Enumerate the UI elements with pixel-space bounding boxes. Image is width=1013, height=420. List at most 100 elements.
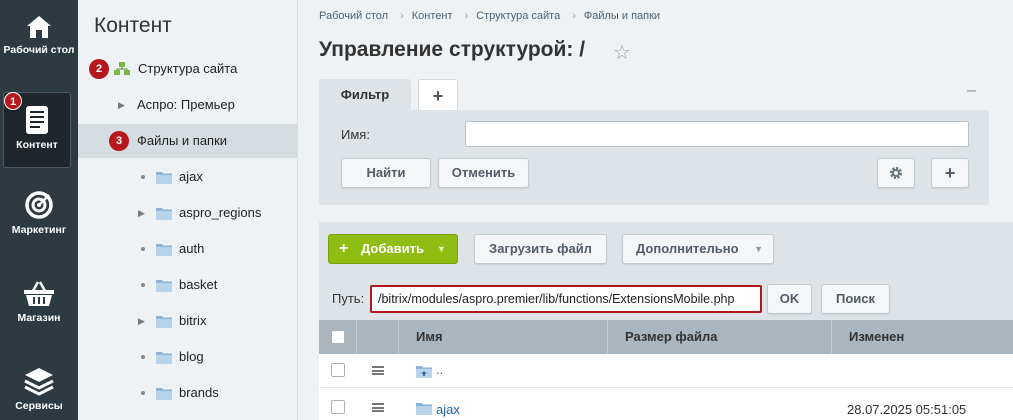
- tree-item-label: auth: [179, 241, 205, 256]
- tree-item-label: Файлы и папки: [137, 133, 228, 148]
- name-column-header[interactable]: Имя: [399, 320, 608, 354]
- main-content: Рабочий стол › Контент › Структура сайта › Фай…: [299, 0, 1013, 420]
- tree-item-label: ajax: [179, 169, 203, 184]
- nav-item-desktop[interactable]: Рабочий стол: [0, 14, 78, 56]
- row-menu-icon[interactable]: [372, 366, 384, 375]
- site-structure-icon: [114, 62, 130, 75]
- path-input[interactable]: /bitrix/modules/aspro.premier/lib/functi…: [370, 285, 762, 313]
- modified-date: 28.07.2025 05:51:05: [847, 402, 967, 417]
- path-label: Путь:: [332, 291, 365, 306]
- breadcrumb-item[interactable]: Рабочий стол: [319, 10, 388, 22]
- find-button[interactable]: Найти: [341, 158, 431, 188]
- tree-item-label: Аспро: Премьер: [137, 97, 235, 112]
- breadcrumb-item[interactable]: Контент: [412, 10, 453, 22]
- step-badge: 1: [4, 92, 22, 110]
- breadcrumb: Рабочий стол › Контент › Структура сайта › Фай…: [319, 10, 661, 22]
- nav-item-shop-label: Магазин: [17, 312, 61, 324]
- main-navigation: Рабочий стол Контент 1 Маркетинг Магазин: [0, 0, 78, 420]
- document-icon: [26, 106, 48, 134]
- filter-panel: Имя: Найти Отменить +: [319, 110, 989, 205]
- page-title: Управление структурой: /: [319, 38, 586, 61]
- nav-item-shop[interactable]: Магазин: [0, 280, 78, 324]
- table-row[interactable]: ajax 28.07.2025 05:51:05: [319, 388, 1013, 420]
- parent-folder-link[interactable]: ..: [436, 362, 443, 377]
- step-badge: 2: [89, 59, 109, 79]
- upload-file-button[interactable]: Загрузить файл: [474, 234, 607, 264]
- folder-icon: [156, 244, 172, 256]
- file-table-header: Имя Размер файла Изменен: [319, 320, 1013, 354]
- add-button[interactable]: + Добавить ▼: [328, 234, 458, 264]
- tree-item-site[interactable]: ▶ Аспро: Премьер: [78, 88, 298, 122]
- select-all-cell: [319, 320, 357, 354]
- actions-column-header: [357, 320, 399, 354]
- star-icon[interactable]: ☆: [613, 40, 631, 65]
- add-button-label: Добавить: [361, 241, 424, 256]
- select-all-checkbox[interactable]: [331, 330, 345, 344]
- nav-item-services-label: Сервисы: [15, 400, 63, 412]
- chevron-down-icon: ▼: [754, 244, 763, 254]
- tree-item-label: Структура сайта: [138, 61, 238, 76]
- name-field-label: Имя:: [341, 127, 370, 142]
- tree-item-label: brands: [179, 385, 219, 400]
- more-button-label: Дополнительно: [636, 241, 739, 256]
- tree-item-label: basket: [179, 277, 218, 292]
- collapse-icon[interactable]: –: [967, 82, 976, 100]
- tree-item-folder[interactable]: basket: [78, 268, 298, 302]
- row-checkbox[interactable]: [331, 400, 345, 414]
- breadcrumb-item[interactable]: Структура сайта: [476, 10, 560, 22]
- layers-icon: [24, 368, 54, 396]
- tree-item-files[interactable]: 3 Файлы и папки: [78, 124, 298, 158]
- tree-item-folder[interactable]: ajax: [78, 160, 298, 194]
- expand-arrow-icon[interactable]: ▶: [138, 196, 145, 230]
- ok-button[interactable]: OK: [767, 284, 812, 314]
- folder-icon: [156, 280, 172, 292]
- add-filter-button[interactable]: +: [931, 158, 969, 188]
- modified-column-header[interactable]: Изменен: [832, 320, 1013, 354]
- filter-settings-button[interactable]: [877, 158, 915, 188]
- tree-item-site-structure[interactable]: 2 Структура сайта: [78, 52, 298, 86]
- size-column-header[interactable]: Размер файла: [608, 320, 832, 354]
- tree-item-label: bitrix: [179, 313, 207, 328]
- folder-link[interactable]: ajax: [436, 402, 460, 417]
- leaf-dot-icon: [141, 175, 145, 179]
- nav-item-marketing-label: Маркетинг: [11, 224, 67, 236]
- basket-icon: [24, 281, 54, 306]
- expand-arrow-icon[interactable]: ▶: [138, 304, 145, 338]
- nav-item-marketing[interactable]: Маркетинг: [0, 190, 78, 236]
- plus-icon: +: [339, 240, 349, 257]
- search-button[interactable]: Поиск: [821, 284, 890, 314]
- tree-item-label: blog: [179, 349, 204, 364]
- folder-icon: [156, 352, 172, 364]
- leaf-dot-icon: [141, 283, 145, 287]
- leaf-dot-icon: [141, 391, 145, 395]
- row-menu-icon[interactable]: [372, 403, 384, 412]
- breadcrumb-item[interactable]: Файлы и папки: [584, 10, 660, 22]
- row-checkbox[interactable]: [331, 363, 345, 377]
- tree-item-folder[interactable]: ▶ aspro_regions: [78, 196, 298, 230]
- folder-up-icon: [416, 366, 432, 378]
- cancel-button[interactable]: Отменить: [438, 158, 529, 188]
- name-filter-input[interactable]: [465, 121, 969, 147]
- tree-item-folder[interactable]: blog: [78, 340, 298, 374]
- tree-item-folder[interactable]: ▶ bitrix: [78, 304, 298, 338]
- tab-filter[interactable]: Фильтр: [319, 79, 411, 111]
- tree-item-folder[interactable]: brands: [78, 376, 298, 410]
- tree-item-folder[interactable]: auth: [78, 232, 298, 266]
- folder-icon: [416, 403, 432, 415]
- file-toolbar: + Добавить ▼ Загрузить файл Дополнительн…: [319, 222, 1013, 320]
- folder-icon: [156, 172, 172, 184]
- gear-icon: [890, 167, 902, 179]
- expand-arrow-icon[interactable]: ▶: [118, 88, 125, 122]
- content-tree-panel: Контент 2 Структура сайта ▶ Аспро: Премь…: [78, 0, 298, 420]
- more-button[interactable]: Дополнительно ▼: [622, 234, 774, 264]
- folder-icon: [156, 316, 172, 328]
- table-row[interactable]: ..: [319, 354, 1013, 388]
- nav-item-desktop-label: Рабочий стол: [3, 44, 75, 56]
- target-icon: [25, 191, 53, 219]
- step-badge: 3: [109, 131, 129, 151]
- home-icon: [27, 16, 51, 38]
- add-filter-tab-button[interactable]: +: [418, 79, 458, 111]
- nav-item-services[interactable]: Сервисы: [0, 366, 78, 412]
- tree-title: Контент: [94, 14, 172, 37]
- leaf-dot-icon: [141, 247, 145, 251]
